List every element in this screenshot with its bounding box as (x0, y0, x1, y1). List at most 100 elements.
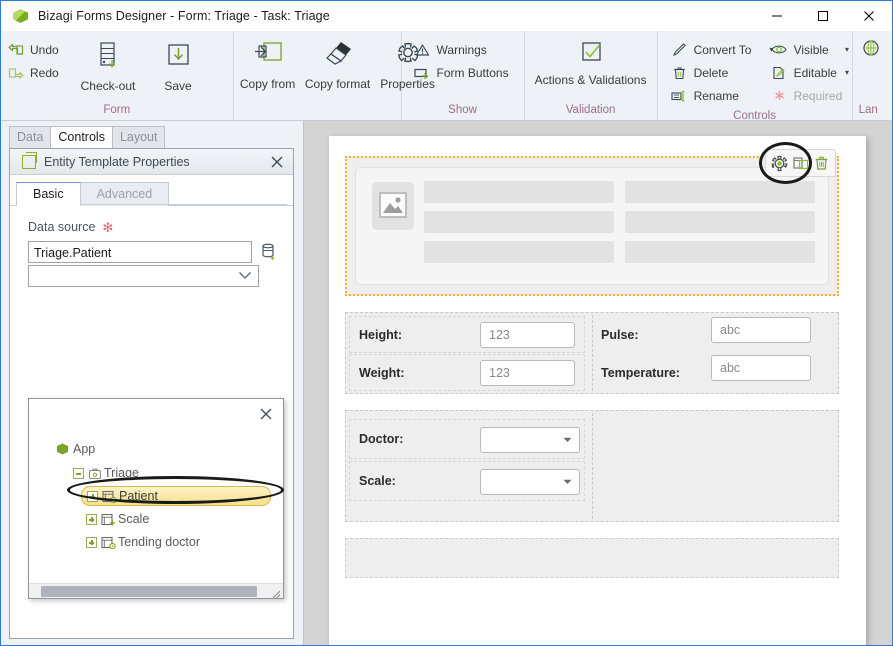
save-label: Save (164, 79, 192, 93)
tab-data[interactable]: Data (9, 126, 52, 148)
form-buttons-label: Form Buttons (436, 65, 509, 80)
undo-label: Undo (30, 42, 59, 57)
copy-from-button[interactable]: Copy from (233, 34, 303, 91)
expand-plus-icon[interactable] (87, 490, 98, 502)
delete-button[interactable]: Delete (665, 61, 765, 84)
actions-validations-label: Actions & Validations (534, 73, 647, 87)
skeleton-bars (424, 181, 815, 273)
ribbon-group-language-label: Lan (858, 104, 878, 116)
data-source-combo[interactable] (28, 265, 259, 287)
expand-plus-icon[interactable] (86, 536, 97, 548)
tree-node-label: Scale (118, 512, 150, 526)
field-label: Scale: (359, 474, 396, 488)
undo-button[interactable]: Undo (1, 38, 73, 61)
entity-add-icon (101, 513, 116, 526)
copy-format-button[interactable]: Copy format (303, 34, 373, 91)
tree-node-label: Tending doctor (118, 535, 201, 549)
database-add-icon[interactable] (259, 242, 279, 263)
ribbon-toolbar: Undo Redo Check-out Save Form Copy from … (1, 31, 892, 121)
trash-icon[interactable] (811, 153, 832, 174)
tab-basic[interactable]: Basic (16, 182, 81, 207)
entity-relation-icon (101, 536, 116, 549)
undo-arrow-icon (7, 41, 24, 58)
scale-dropdown[interactable] (480, 469, 580, 495)
window-title: Bizagi Forms Designer - Form: Triage - T… (38, 9, 330, 23)
visible-label: Visible (793, 42, 829, 57)
skeleton-bar (424, 181, 614, 203)
ribbon-group-form-extra: Copy from Copy format Properties (233, 31, 435, 120)
scrollbar-thumb[interactable] (41, 586, 257, 597)
close-button[interactable] (846, 1, 892, 31)
skeleton-bar (625, 211, 815, 233)
weight-input[interactable]: 123 (480, 360, 575, 386)
tree-node-label: Patient (119, 489, 158, 503)
height-input[interactable]: 123 (480, 322, 575, 348)
ribbon-group-form-label: Form (103, 104, 131, 116)
form-buttons-button[interactable]: Form Buttons (408, 61, 524, 84)
main-area: Data Controls Layout Entity Template Pro… (1, 121, 892, 645)
tree-node-scale[interactable]: Scale (29, 509, 283, 529)
field-temperature: Temperature: abc (592, 354, 835, 391)
tree-node-triage[interactable]: Triage (29, 463, 283, 483)
redo-label: Redo (30, 65, 59, 80)
data-source-field-group: Data source ✻ Triage.Patient (10, 206, 293, 263)
entity-template-inner (355, 167, 829, 285)
expand-plus-icon[interactable] (86, 513, 97, 525)
application-window: Bizagi Forms Designer - Form: Triage - T… (0, 0, 893, 646)
field-label: Pulse: (601, 327, 639, 342)
warnings-label: Warnings (436, 42, 487, 57)
process-briefcase-icon (88, 467, 102, 480)
data-source-input[interactable]: Triage.Patient (28, 241, 252, 263)
required-button[interactable]: Required (765, 84, 855, 107)
convert-to-button[interactable]: Convert To ▾ (665, 38, 773, 61)
minimize-button[interactable] (754, 1, 800, 31)
editable-button[interactable]: Editable ▾ (765, 61, 855, 84)
window-controls (754, 1, 892, 31)
chevron-down-icon[interactable]: ▾ (837, 45, 849, 54)
doctor-dropdown[interactable] (480, 427, 580, 453)
tree-horizontal-scrollbar[interactable] (29, 583, 283, 599)
actions-validations-button[interactable]: Actions & Validations (528, 34, 654, 87)
gear-icon[interactable] (769, 153, 790, 174)
tree-node-tending-doctor[interactable]: Tending doctor (29, 532, 283, 552)
title-bar: Bizagi Forms Designer - Form: Triage - T… (1, 1, 892, 31)
maximize-button[interactable] (800, 1, 846, 31)
tree-node-app[interactable]: App (29, 439, 283, 459)
skeleton-row (424, 211, 815, 233)
warnings-button[interactable]: Warnings (408, 38, 524, 61)
close-icon[interactable] (257, 405, 275, 423)
rename-button[interactable]: Rename (665, 84, 765, 107)
duplicate-icon[interactable] (790, 153, 811, 174)
check-out-button[interactable]: Check-out (73, 36, 143, 93)
section-assignment: Doctor: Scale: (345, 410, 839, 522)
tab-advanced[interactable]: Advanced (79, 182, 170, 206)
left-panel: Data Controls Layout Entity Template Pro… (1, 121, 304, 645)
globe-language-icon[interactable] (861, 38, 881, 58)
skeleton-row (424, 241, 815, 263)
chevron-down-icon (238, 267, 252, 285)
rename-tag-icon (671, 87, 688, 104)
required-asterisk-icon: ✻ (102, 219, 114, 235)
collapse-minus-icon[interactable] (73, 467, 84, 479)
temperature-input[interactable]: abc (711, 355, 811, 381)
tree-node-patient[interactable]: Patient (81, 486, 271, 506)
convert-to-label: Convert To (693, 42, 752, 57)
copy-from-icon (251, 36, 285, 76)
pulse-input[interactable]: abc (711, 317, 811, 343)
entity-relation-icon (102, 490, 117, 503)
entity-template-control[interactable] (345, 149, 839, 296)
data-source-label: Data source (28, 220, 96, 234)
redo-button[interactable]: Redo (1, 61, 73, 84)
ribbon-group-show: Warnings Form Buttons Show (402, 31, 525, 120)
resize-grip-icon[interactable] (270, 586, 281, 599)
field-scale: Scale: (349, 461, 586, 501)
visible-button[interactable]: Visible ▾ (765, 38, 855, 61)
convert-to-pencil-icon (671, 41, 688, 58)
chevron-down-icon[interactable]: ▾ (837, 68, 849, 77)
save-button[interactable]: Save (143, 36, 213, 93)
tab-layout[interactable]: Layout (111, 126, 166, 148)
copy-from-label: Copy from (239, 77, 296, 91)
tab-controls[interactable]: Controls (50, 126, 113, 148)
close-icon[interactable] (268, 153, 286, 171)
properties-sub-tabs: Basic Advanced (10, 175, 293, 207)
